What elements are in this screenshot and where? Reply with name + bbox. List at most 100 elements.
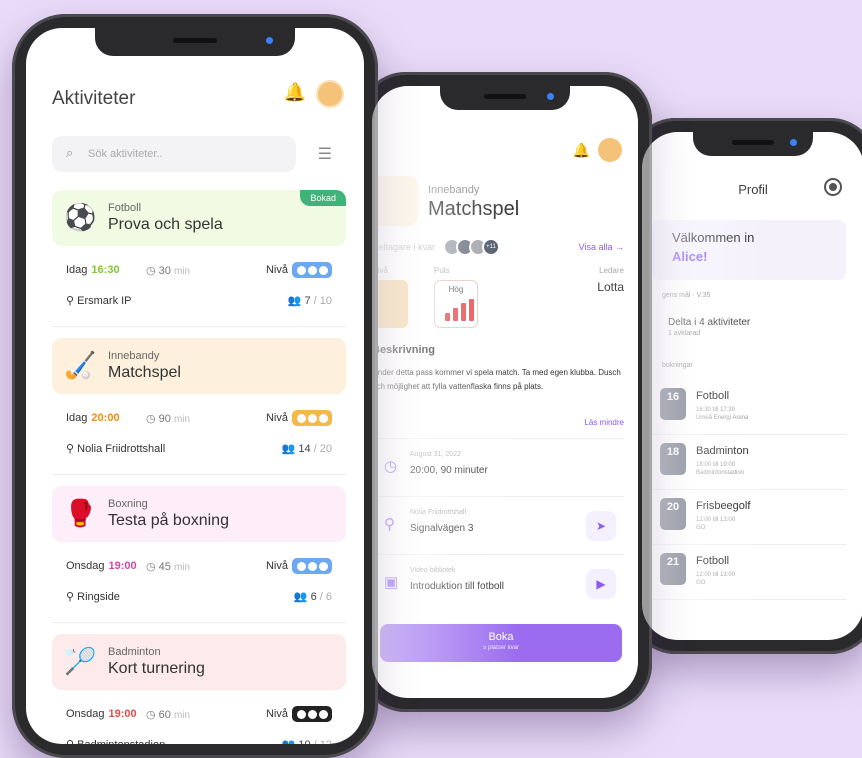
card-participants: 👥 14 / 20 xyxy=(281,443,332,455)
card-category: Fotboll xyxy=(108,202,142,214)
sport-icon: 🏸 xyxy=(64,646,97,676)
booking-item[interactable]: 16 Fotboll 16:30 till 17:30 Umeå Energi A… xyxy=(652,380,846,435)
pulse-bars-icon xyxy=(445,299,474,321)
bell-icon[interactable]: 🔔 xyxy=(284,82,306,103)
card-time: Idag 16:30 xyxy=(66,264,120,276)
booking-day: 21 xyxy=(660,553,686,585)
card-duration: ◷ 45 min xyxy=(146,561,191,573)
book-label: Boka xyxy=(488,631,514,643)
avatar[interactable] xyxy=(316,80,344,108)
booking-sub: 12:00 till 13:00 GO xyxy=(696,572,736,586)
level-indicator xyxy=(292,410,332,426)
detail-title: Matchspel xyxy=(428,198,520,220)
date-row: ◷ August 31, 2022 20:00, 90 minuter xyxy=(372,438,624,496)
card-location: ⚲ Ringside xyxy=(66,591,120,603)
book-button[interactable]: Boka 5 platser kvar xyxy=(380,624,622,662)
participants-label: Deltagare i kvar xyxy=(372,242,436,252)
level-indicator xyxy=(292,706,332,722)
detail-screen: 🔔 Innebandy Matchspel Deltagare i kvar +… xyxy=(372,86,638,698)
card-participants: 👥 6 / 6 xyxy=(293,591,332,603)
pulse-label: Puls xyxy=(434,266,450,275)
description-title: Beskrivning xyxy=(372,344,435,356)
card-time: Onsdag 19:00 xyxy=(66,560,137,572)
leader-name: Lotta xyxy=(597,280,624,294)
level-label: Nivå xyxy=(265,412,288,424)
location-row[interactable]: ⚲ Nolia Friidrottshall Signalvägen 3 ➤ xyxy=(372,496,624,554)
pulse-value: Hög xyxy=(448,285,464,294)
filter-icon[interactable]: ☰ xyxy=(318,144,332,164)
booked-badge: Bokad xyxy=(300,190,346,206)
navigate-icon[interactable]: ➤ xyxy=(586,511,616,541)
booking-name: Fotboll xyxy=(696,390,730,402)
bell-icon[interactable]: 🔔 xyxy=(573,142,590,159)
location-pin-icon: ⚲ xyxy=(384,516,395,533)
show-less-link[interactable]: Läs mindre xyxy=(584,418,624,427)
card-participants: 👥 10 / 12 xyxy=(282,738,332,744)
card-category: Boxning xyxy=(108,498,148,510)
card-location: ⚲ Badmintonstadion xyxy=(66,738,165,744)
video-row[interactable]: ▣ Video bibliotek Introduktion till fotb… xyxy=(372,554,624,612)
divider xyxy=(52,622,346,623)
participants-more: +11 xyxy=(482,238,500,256)
card-title: Kort turnering xyxy=(108,660,205,677)
phone-detail: 🔔 Innebandy Matchspel Deltagare i kvar +… xyxy=(358,72,652,712)
activity-card[interactable]: 🥊 Boxning Testa på boxning Onsdag 19:00 ◷ 45 … xyxy=(52,486,346,634)
activity-card[interactable]: 🏑 Innebandy Matchspel Idag 20:00 ◷ 90 min Nivå… xyxy=(52,338,346,486)
card-category: Badminton xyxy=(108,646,161,658)
pulse-box: Hög xyxy=(434,280,478,328)
booking-sub: 12:00 till 13:00 GO xyxy=(696,517,736,531)
booking-day: 18 xyxy=(660,443,686,475)
activity-card[interactable]: 🏸 Badminton Kort turnering Onsdag 19:00 ◷ 60 … xyxy=(52,634,346,744)
weekly-goal: Delta i 4 aktiviteter 1 avklarad xyxy=(668,317,750,337)
video-big: Introduktion till fotboll xyxy=(410,581,504,592)
level-label: Nivå xyxy=(265,264,288,276)
card-duration: ◷ 90 min xyxy=(146,413,191,425)
stats-row: Nivå Puls Hög Ledare Lotta xyxy=(372,266,624,336)
video-small: Video bibliotek xyxy=(410,567,456,574)
booking-day: 16 xyxy=(660,388,686,420)
booking-item[interactable]: 18 Badminton 18:00 till 19:00 Badmintonst… xyxy=(652,435,846,490)
sport-icon: ⚽ xyxy=(64,202,97,232)
card-time: Onsdag 19:00 xyxy=(66,708,137,720)
date-small: August 31, 2022 xyxy=(410,451,461,458)
card-duration: ◷ 60 min xyxy=(146,709,191,721)
booking-item[interactable]: 20 Frisbeegolf 12:00 till 13:00 GO xyxy=(652,490,846,545)
video-library-icon: ▣ xyxy=(384,574,399,591)
welcome-name: Alice! xyxy=(672,249,708,264)
card-title: Prova och spela xyxy=(108,216,223,233)
sport-icon: 🏑 xyxy=(64,350,97,380)
welcome-text: Välkommen in xyxy=(672,230,755,245)
participant-avatars[interactable]: +11 xyxy=(443,238,500,256)
card-location: ⚲ Nolia Friidrottshall xyxy=(66,443,166,455)
search-icon: ⌕ xyxy=(66,145,74,160)
activity-icon xyxy=(372,176,418,226)
gear-icon[interactable] xyxy=(824,178,842,196)
card-category: Innebandy xyxy=(108,350,160,362)
divider xyxy=(52,474,346,475)
description-text: Under detta pass kommer vi spela match. … xyxy=(372,368,621,391)
activity-card[interactable]: ⚽ Fotboll Prova och spela Bokad Idag 16:30 ◷ 3… xyxy=(52,190,346,338)
notch xyxy=(440,86,570,110)
level-indicator xyxy=(292,558,332,574)
card-duration: ◷ 30 min xyxy=(146,265,191,277)
booking-item[interactable]: 21 Fotboll 12:00 till 13:00 GO xyxy=(652,545,846,600)
bookings-list: 16 Fotboll 16:30 till 17:30 Umeå Energi A… xyxy=(652,380,846,600)
sport-icon: 🥊 xyxy=(64,498,97,528)
notch xyxy=(95,28,295,56)
level-indicator xyxy=(292,262,332,278)
bookings-label: bokningar xyxy=(662,362,693,369)
goal-title: Delta i 4 aktiviteter xyxy=(668,317,751,328)
card-location: ⚲ Ersmark IP xyxy=(66,295,132,307)
activities-screen: Aktiviteter 🔔 ⌕ Sök aktiviteter.. ☰ ⚽ Fot… xyxy=(26,28,364,744)
participants-row: Deltagare i kvar +11 Visa alla → xyxy=(372,238,638,260)
booking-sub: 16:30 till 17:30 Umeå Energi Arena xyxy=(696,407,749,421)
level-label: Nivå xyxy=(265,708,288,720)
book-sub: 5 platser kvar xyxy=(482,645,519,651)
avatar[interactable] xyxy=(598,138,622,162)
location-small: Nolia Friidrottshall xyxy=(410,509,467,516)
play-icon[interactable]: ▶ xyxy=(586,569,616,599)
see-all-link[interactable]: Visa alla → xyxy=(579,242,624,252)
search-input[interactable]: ⌕ Sök aktiviteter.. xyxy=(52,136,296,172)
leader-label: Ledare xyxy=(599,266,624,275)
location-big: Signalvägen 3 xyxy=(410,523,474,534)
